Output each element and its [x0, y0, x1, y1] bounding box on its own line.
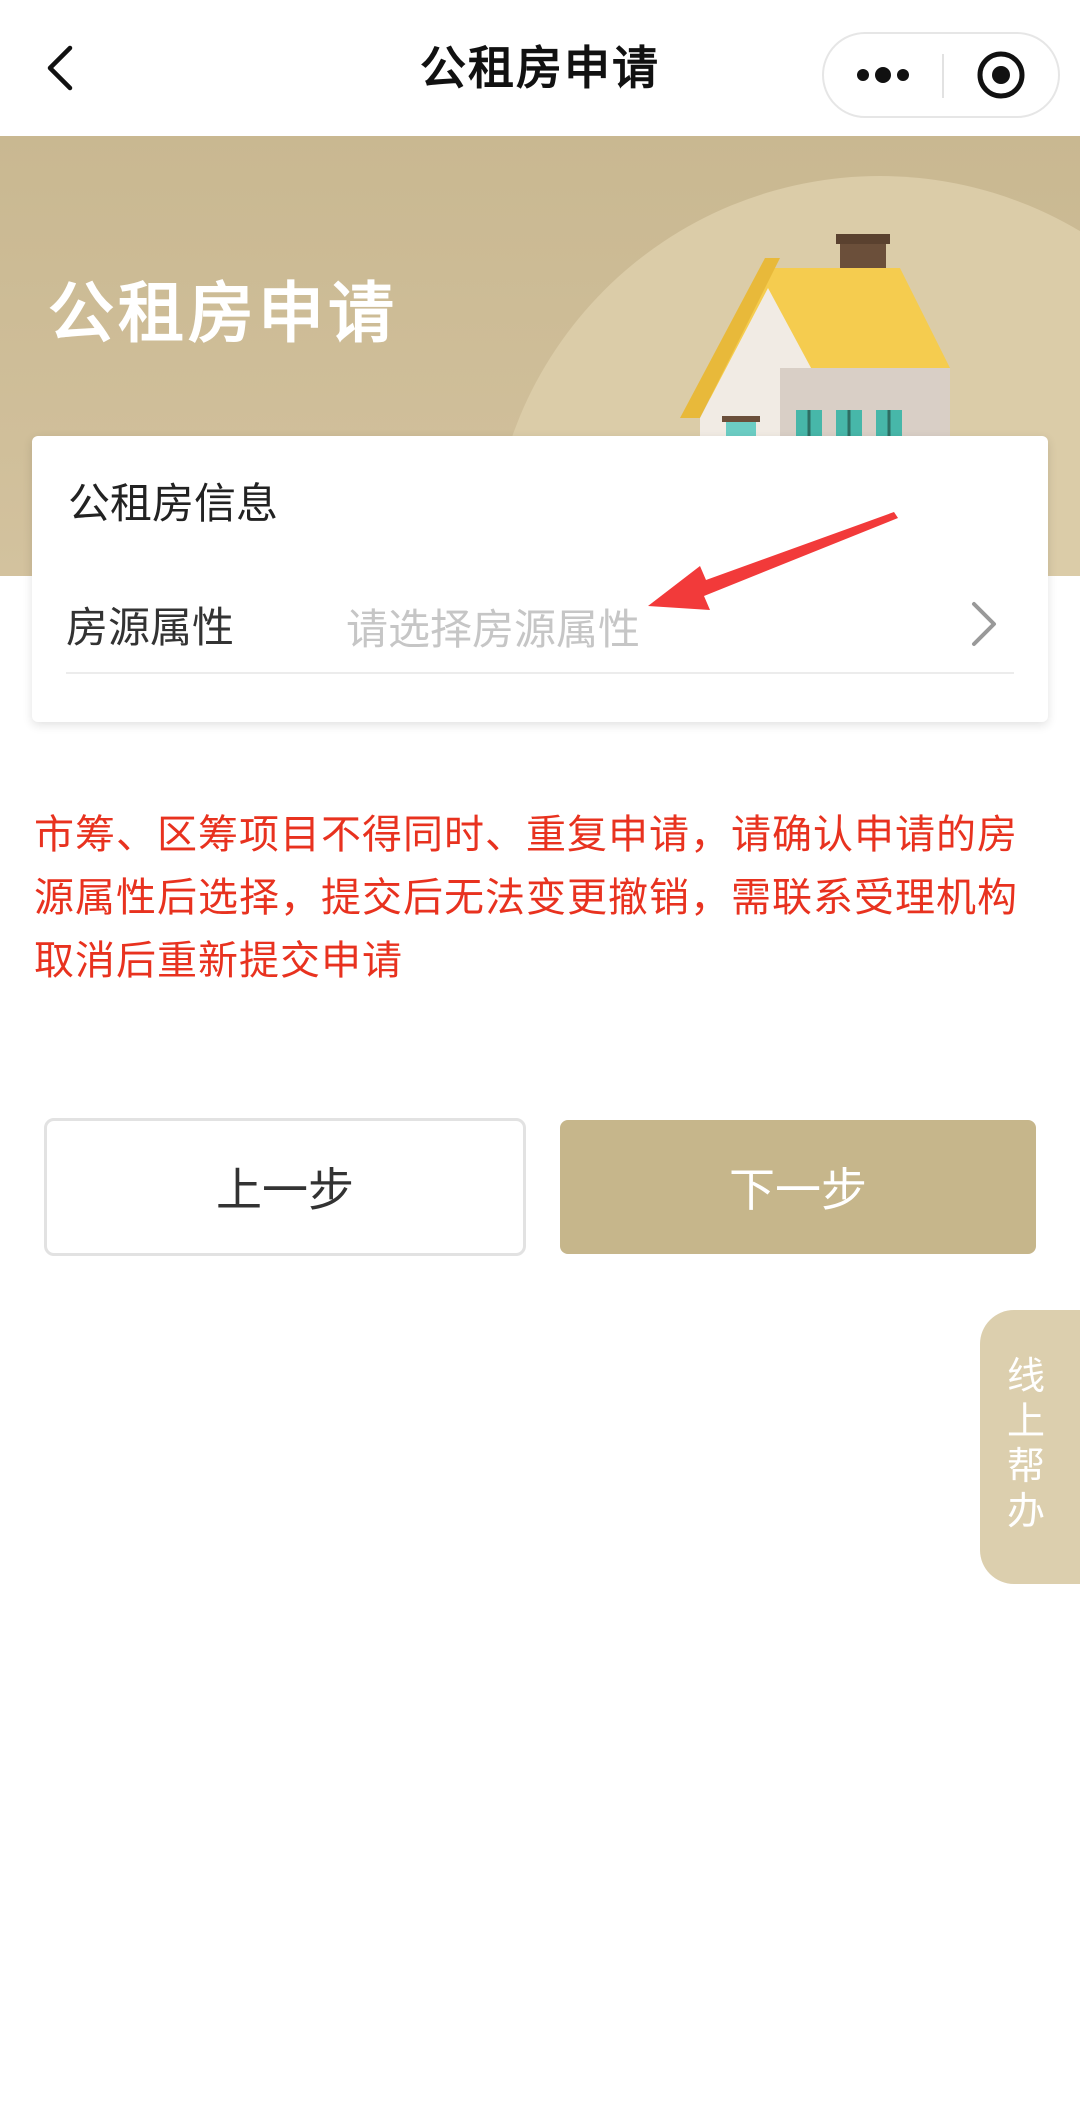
- more-button[interactable]: [824, 34, 942, 116]
- online-help-label: 线 上 帮 办: [980, 1354, 1072, 1534]
- previous-step-button[interactable]: 上一步: [44, 1118, 526, 1256]
- help-char: 线: [1006, 1354, 1045, 1398]
- online-help-button[interactable]: 线 上 帮 办: [980, 1310, 1080, 1584]
- warning-notice: 市筹、区筹项目不得同时、重复申请，请确认申请的房源属性后选择，提交后无法变更撤销…: [34, 812, 1018, 984]
- help-char: 办: [1006, 1489, 1045, 1533]
- banner-title: 公租房申请: [48, 275, 398, 352]
- housing-attribute-placeholder: 请选择房源属性: [346, 605, 641, 654]
- help-char: 上: [1006, 1399, 1045, 1443]
- target-icon: [977, 51, 1025, 99]
- mini-program-capsule: [822, 32, 1060, 118]
- more-dots-icon: [857, 67, 909, 83]
- card-title: 公租房信息: [68, 479, 279, 528]
- page: 公租房申请 公租房申请 公租房信息 房源属性 请选择房源属性 市筹、区筹项目不得…: [0, 0, 1080, 2124]
- chevron-right-icon: [972, 602, 996, 646]
- next-step-button[interactable]: 下一步: [560, 1120, 1036, 1254]
- close-mini-program-button[interactable]: [944, 34, 1058, 116]
- house-illustration-icon: [680, 234, 950, 468]
- annotation-arrow-icon: [648, 512, 898, 610]
- nav-bar: 公租房申请: [0, 0, 1080, 136]
- help-char: 帮: [1006, 1444, 1045, 1488]
- housing-attribute-label: 房源属性: [66, 603, 235, 652]
